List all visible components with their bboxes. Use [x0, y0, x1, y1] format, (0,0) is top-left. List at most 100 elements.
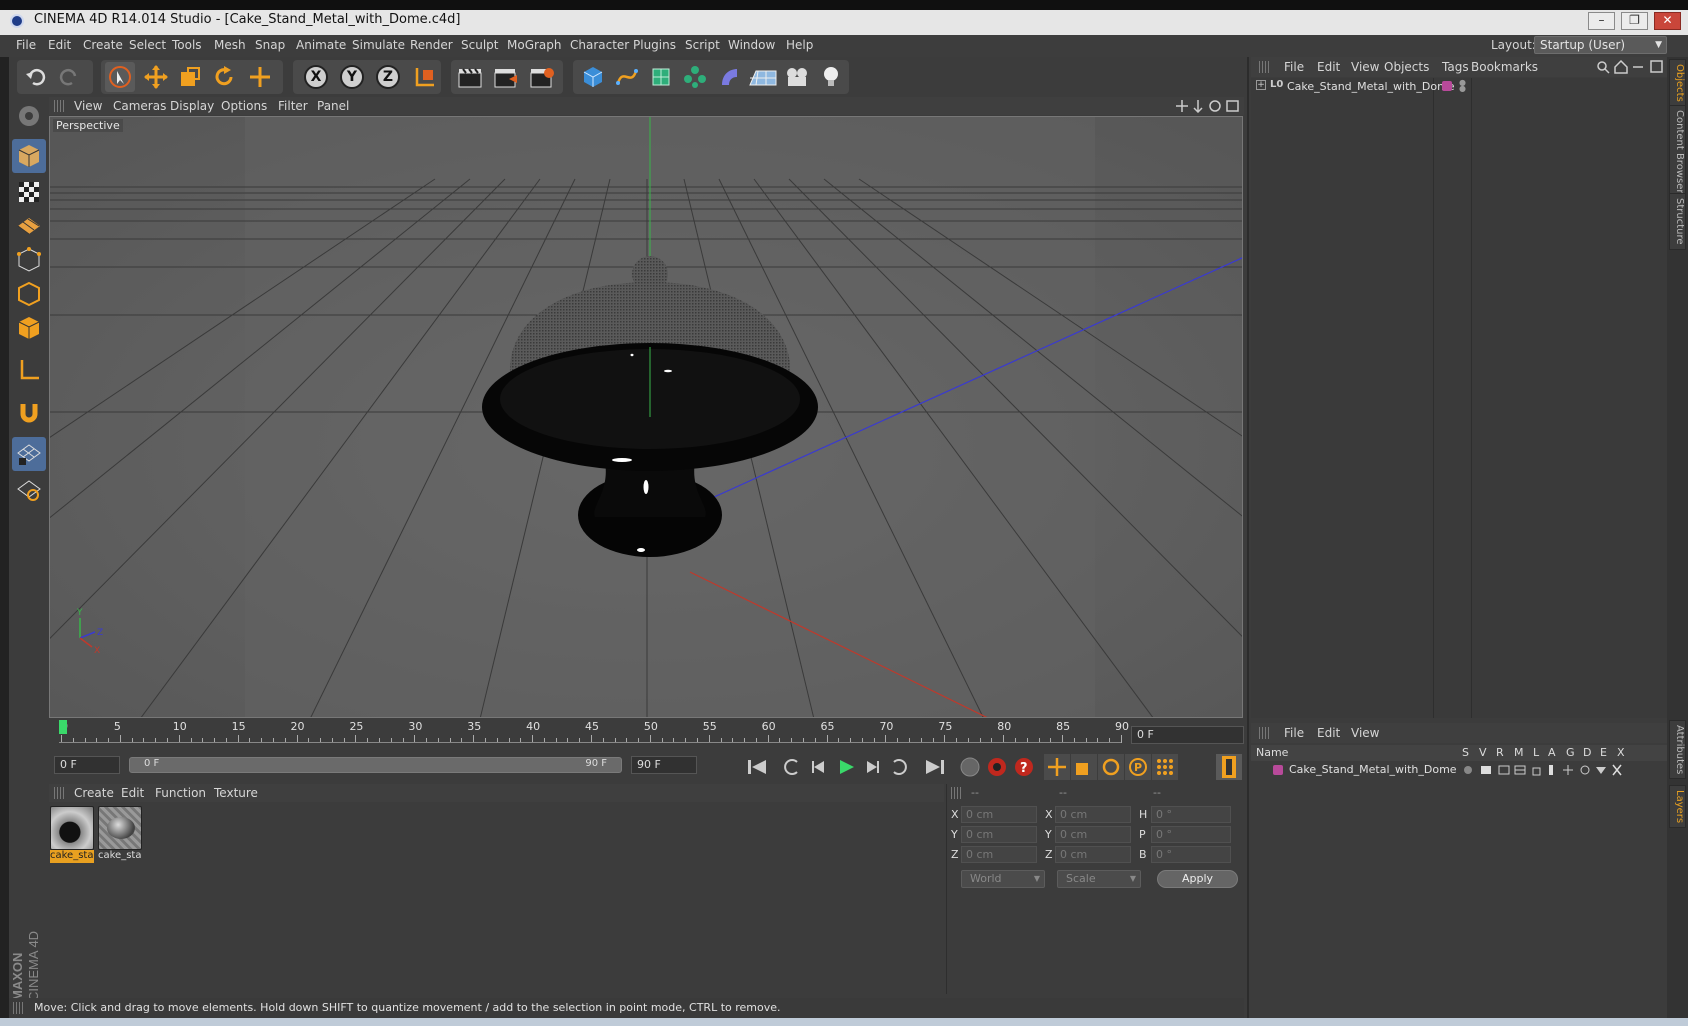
playhead-marker[interactable]	[59, 720, 67, 734]
viewport-menu-panel[interactable]: Panel	[317, 99, 349, 113]
floor-button[interactable]	[748, 62, 778, 92]
layer-color-swatch[interactable]	[1273, 765, 1283, 775]
size-y-field[interactable]: 0 cm	[1055, 826, 1131, 843]
keyframe-selection-button[interactable]: ?	[1011, 754, 1037, 780]
live-selection-tool[interactable]	[105, 62, 135, 92]
layer-col-expressions[interactable]: E	[1600, 746, 1607, 759]
viewport-menu-display[interactable]: Display	[170, 99, 214, 113]
layer-menu-edit[interactable]: Edit	[1317, 726, 1340, 740]
y-axis-lock[interactable]: Y	[337, 62, 367, 92]
layer-col-render[interactable]: R	[1496, 746, 1504, 759]
cube-object-button[interactable]	[578, 62, 608, 92]
size-x-field[interactable]: 0 cm	[1055, 806, 1131, 823]
layer-col-view[interactable]: V	[1479, 746, 1487, 759]
key-position-toggle[interactable]	[1044, 754, 1070, 780]
polygon-mode-button[interactable]	[12, 311, 46, 345]
material-menu-function[interactable]: Function	[155, 786, 206, 800]
rot-b-field[interactable]: 0 °	[1151, 846, 1231, 863]
tab-structure[interactable]: Structure	[1669, 193, 1686, 250]
menu-mograph[interactable]: MoGraph	[507, 38, 562, 52]
layer-color-tag[interactable]	[1442, 81, 1452, 91]
model-mode-button[interactable]	[12, 139, 46, 173]
point-mode-button[interactable]	[12, 243, 46, 277]
array-button[interactable]	[680, 62, 710, 92]
menu-create[interactable]: Create	[83, 38, 123, 52]
object-menu-tags[interactable]: Tags	[1442, 60, 1469, 74]
rot-p-field[interactable]: 0 °	[1151, 826, 1231, 843]
menu-animate[interactable]: Animate	[296, 38, 346, 52]
expand-icon[interactable]: +	[1256, 80, 1266, 90]
object-name[interactable]: Cake_Stand_Metal_with_Dome	[1287, 80, 1455, 93]
menu-plugins[interactable]: Plugins	[633, 38, 676, 52]
layer-col-animation[interactable]: A	[1548, 746, 1556, 759]
viewport-menu-filter[interactable]: Filter	[278, 99, 308, 113]
redo-button[interactable]	[55, 62, 85, 92]
viewport-nav-icons[interactable]	[1176, 99, 1240, 113]
menu-sculpt[interactable]: Sculpt	[461, 38, 498, 52]
object-menu-view[interactable]: View	[1351, 60, 1379, 74]
edge-mode-button[interactable]	[12, 277, 46, 311]
scale-tool[interactable]	[175, 62, 205, 92]
tab-layers[interactable]: Layers	[1669, 785, 1686, 829]
size-mode-dropdown[interactable]: Scale ▼	[1057, 870, 1141, 888]
go-to-start-button[interactable]	[744, 754, 770, 780]
menu-window[interactable]: Window	[728, 38, 775, 52]
menu-help[interactable]: Help	[786, 38, 813, 52]
object-menu-edit[interactable]: Edit	[1317, 60, 1340, 74]
start-frame-field[interactable]: 0 F	[54, 756, 120, 774]
layer-menu-file[interactable]: File	[1284, 726, 1304, 740]
layout-select[interactable]: Startup (User) ▼	[1534, 36, 1667, 54]
autokey-button[interactable]	[984, 754, 1010, 780]
light-button[interactable]	[816, 62, 846, 92]
locked-workplane-button[interactable]	[12, 473, 46, 507]
axis-mode-button[interactable]	[12, 353, 46, 387]
end-frame-field[interactable]: 90 F	[631, 756, 697, 774]
x-axis-lock[interactable]: X	[301, 62, 331, 92]
menu-snap[interactable]: Snap	[255, 38, 285, 52]
object-tree[interactable]: + L0 Cake_Stand_Metal_with_Dome ● ●	[1251, 78, 1669, 718]
restore-button[interactable]: ❐	[1621, 12, 1648, 30]
next-key-button[interactable]	[886, 754, 912, 780]
size-z-field[interactable]: 0 cm	[1055, 846, 1131, 863]
layer-col-manager[interactable]: M	[1514, 746, 1524, 759]
nurbs-button[interactable]	[646, 62, 676, 92]
make-editable-button[interactable]	[12, 99, 46, 133]
previous-key-button[interactable]	[779, 754, 805, 780]
undo-button[interactable]	[20, 62, 50, 92]
timeline-window-button[interactable]	[1216, 754, 1242, 780]
menu-character[interactable]: Character	[570, 38, 629, 52]
layer-menu-view[interactable]: View	[1351, 726, 1379, 740]
workplane-mode-button[interactable]	[12, 209, 46, 243]
layer-col-deformers[interactable]: D	[1583, 746, 1591, 759]
key-scale-toggle[interactable]	[1071, 754, 1097, 780]
texture-mode-button[interactable]	[12, 175, 46, 209]
material-menu-texture[interactable]: Texture	[214, 786, 258, 800]
object-menu-objects[interactable]: Objects	[1384, 60, 1429, 74]
material-swatch[interactable]	[50, 806, 94, 850]
deformer-button[interactable]	[714, 62, 744, 92]
rotate-tool[interactable]	[209, 62, 239, 92]
object-menu-bookmarks[interactable]: Bookmarks	[1471, 60, 1538, 74]
pos-y-field[interactable]: 0 cm	[961, 826, 1037, 843]
key-rotation-toggle[interactable]	[1098, 754, 1124, 780]
play-button[interactable]	[833, 754, 859, 780]
material-label[interactable]: cake_sta	[98, 850, 142, 863]
key-pla-toggle[interactable]	[1152, 754, 1178, 780]
close-button[interactable]: ✕	[1654, 12, 1681, 30]
coordinate-system-toggle[interactable]	[409, 62, 439, 92]
layer-col-solo[interactable]: S	[1462, 746, 1469, 759]
layer-row[interactable]: Cake_Stand_Metal_with_Dome	[1251, 762, 1669, 778]
key-parameter-toggle[interactable]: P	[1125, 754, 1151, 780]
menu-file[interactable]: File	[16, 38, 36, 52]
timeline-ruler[interactable]: 051015202530354045505560657075808590	[49, 718, 1244, 748]
pos-x-field[interactable]: 0 cm	[961, 806, 1037, 823]
workplane-lock-button[interactable]	[12, 437, 46, 471]
layer-name[interactable]: Cake_Stand_Metal_with_Dome	[1289, 763, 1457, 776]
perspective-viewport[interactable]: Y X Z Perspective	[49, 116, 1243, 718]
menu-script[interactable]: Script	[685, 38, 720, 52]
z-axis-lock[interactable]: Z	[373, 62, 403, 92]
frame-range-slider[interactable]: 0 F 90 F	[129, 757, 622, 773]
layer-flag-icons[interactable]	[1463, 764, 1633, 776]
layer-col-xref[interactable]: X	[1617, 746, 1625, 759]
spline-button[interactable]	[612, 62, 642, 92]
